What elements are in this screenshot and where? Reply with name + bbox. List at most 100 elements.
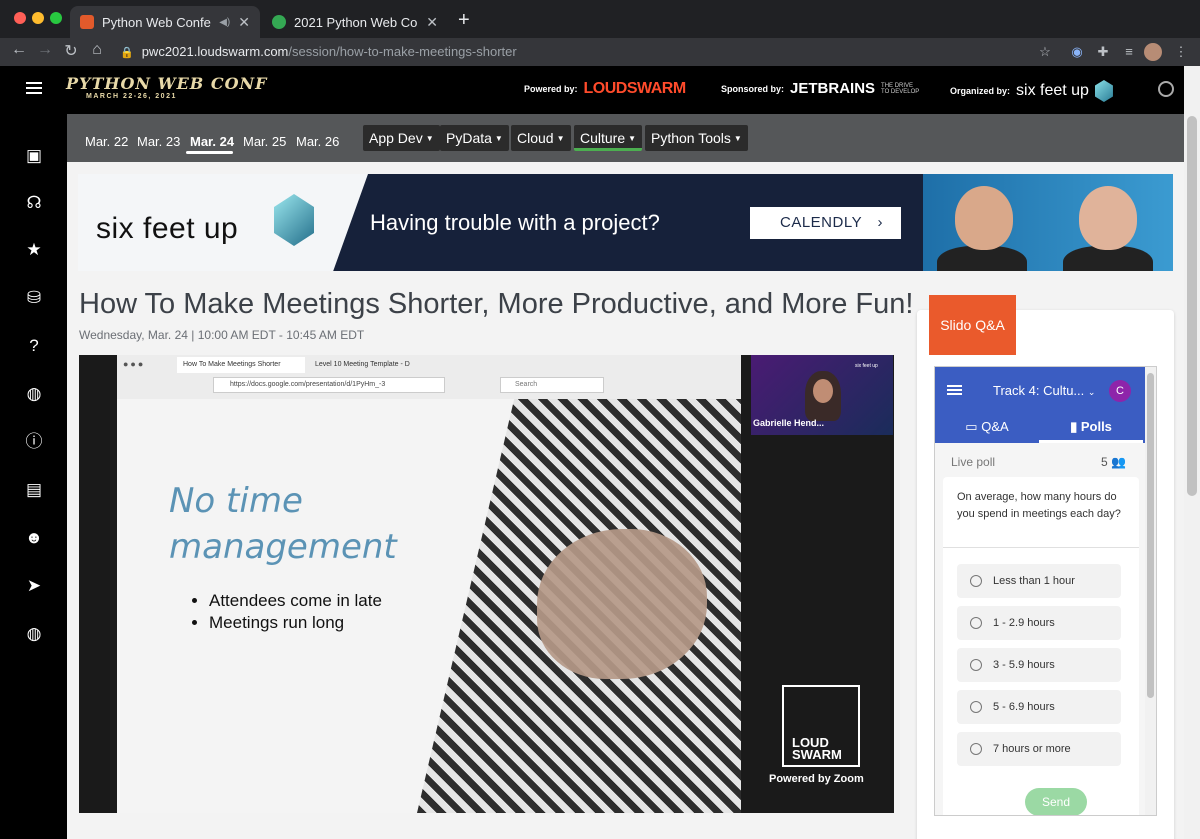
info-icon[interactable]: ⓘ <box>24 432 44 452</box>
slide-bullet: Meetings run long <box>209 613 382 633</box>
conference-logo[interactable]: PYTHON WEB CONF <box>66 74 268 93</box>
speaker-icon[interactable]: ☊ <box>24 193 44 213</box>
sponsored-by: Sponsored by: JETBRAINS THE DRIVE TO DEV… <box>721 80 921 97</box>
shared-tab-1: How To Make Meetings Shorter <box>177 357 305 373</box>
bar-chart-icon: ▮ <box>1070 419 1078 434</box>
sponsor-banner[interactable]: six feet up Having trouble with a projec… <box>78 174 1173 271</box>
people-icon: 👥 <box>1111 455 1126 469</box>
caret-down-icon: ▼ <box>628 134 637 143</box>
track-dropdown-culture[interactable]: Culture ▼ <box>574 125 643 151</box>
date-tab-mar-22[interactable]: Mar. 22 <box>85 134 128 149</box>
send-icon[interactable]: ➤ <box>24 576 44 596</box>
caret-down-icon: ▼ <box>494 134 503 143</box>
browser-tab-2[interactable]: 2021 Python Web Conf ✕ <box>262 6 448 38</box>
powered-by-zoom: Powered by Zoom <box>769 773 864 785</box>
media-control-icon[interactable]: ≡ <box>1120 43 1138 61</box>
slido-menu-icon[interactable] <box>947 385 962 395</box>
track-dropdown-python-tools[interactable]: Python Tools ▼ <box>645 125 748 151</box>
presentation-slide: No time management Attendees come in lat… <box>117 399 741 813</box>
poll-option[interactable]: 7 hours or more <box>957 732 1121 766</box>
star-icon[interactable]: ★ <box>24 240 44 260</box>
date-tab-mar-25[interactable]: Mar. 25 <box>243 134 286 149</box>
radio-icon <box>970 575 982 587</box>
site-favicon-icon <box>272 15 286 29</box>
calendly-button[interactable]: CALENDLY › <box>750 207 901 239</box>
sixfeetup-gem-icon <box>1094 80 1113 102</box>
left-sidebar: ▣ ☊ ★ ⛁ ? ◍ ⓘ ▤ ☻ ➤ ◍ <box>0 114 67 839</box>
url-path: /session/how-to-make-meetings-shorter <box>288 44 517 59</box>
slido-qa-button[interactable]: Slido Q&A <box>929 295 1016 355</box>
sixfeetup-logo[interactable]: six feet up <box>1016 82 1089 100</box>
bookmark-star-icon[interactable]: ☆ <box>1036 43 1054 61</box>
send-button[interactable]: Send <box>1025 788 1087 815</box>
date-tab-mar-26[interactable]: Mar. 26 <box>296 134 339 149</box>
cta-label: CALENDLY <box>780 214 863 231</box>
browser-menu-icon[interactable]: ⋮ <box>1172 43 1190 61</box>
slide-hands-image <box>537 529 707 679</box>
slido-avatar[interactable]: C <box>1109 380 1131 402</box>
document-icon[interactable]: ▤ <box>24 480 44 500</box>
jetbrains-logo[interactable]: JETBRAINS <box>790 80 875 97</box>
user-account-icon[interactable] <box>1158 81 1174 97</box>
reload-icon[interactable]: ↻ <box>60 41 82 61</box>
minimize-window-button[interactable] <box>32 12 44 24</box>
poll-option[interactable]: Less than 1 hour <box>957 564 1121 598</box>
page-scroll-thumb[interactable] <box>1187 116 1197 496</box>
password-manager-icon[interactable]: ◉ <box>1068 43 1086 61</box>
speaker-background-label: six feet up <box>855 363 878 369</box>
back-arrow-icon[interactable]: ← <box>8 41 30 59</box>
date-tab-mar-24[interactable]: Mar. 24 <box>190 134 234 149</box>
extensions-icon[interactable]: ✚ <box>1094 43 1112 61</box>
slide-bullet: Attendees come in late <box>209 591 382 611</box>
powered-by: Powered by: LOUDSWARM <box>524 80 686 98</box>
globe-icon[interactable]: ◍ <box>24 384 44 404</box>
new-tab-icon[interactable]: + <box>458 9 470 32</box>
video-player[interactable]: ●●● How To Make Meetings Shorter Level 1… <box>79 355 894 813</box>
track-dropdown-pydata[interactable]: PyData ▼ <box>440 125 509 151</box>
active-date-indicator <box>186 151 233 154</box>
banner-brand: six feet up <box>96 212 239 245</box>
help-icon[interactable]: ? <box>24 336 44 356</box>
close-window-button[interactable] <box>14 12 26 24</box>
tab-polls[interactable]: ▮ Polls <box>1039 417 1143 443</box>
track-dropdown-cloud[interactable]: Cloud ▼ <box>511 125 571 151</box>
page-scrollbar[interactable] <box>1184 66 1200 839</box>
window-controls: ●●● <box>123 359 146 369</box>
people-icon[interactable]: ☻ <box>24 528 44 548</box>
tab-polls-label: Polls <box>1080 419 1112 434</box>
tab-qa[interactable]: ▭ Q&A <box>935 417 1039 443</box>
maximize-window-button[interactable] <box>50 12 62 24</box>
menu-icon[interactable] <box>26 82 42 94</box>
chevron-down-icon: ⌄ <box>1087 387 1096 397</box>
schedule-nav: Mar. 22 Mar. 23 Mar. 24 Mar. 25 Mar. 26 … <box>67 114 1184 162</box>
close-tab-icon[interactable]: ✕ <box>238 14 250 31</box>
address-bar[interactable]: 🔒 pwc2021.loudswarm.com/session/how-to-ma… <box>120 41 1020 63</box>
slide-heading-line-1: No time <box>169 481 303 521</box>
poll-option[interactable]: 5 - 6.9 hours <box>957 690 1121 724</box>
caret-down-icon: ▼ <box>425 134 434 143</box>
basket-icon[interactable]: ⛁ <box>24 288 44 308</box>
speaker-name: Gabrielle Hend... <box>753 418 825 428</box>
audio-icon[interactable]: ◀) <box>219 17 230 28</box>
track-dropdown-app-dev[interactable]: App Dev ▼ <box>363 125 440 151</box>
track-label: Cloud <box>517 130 554 146</box>
loudswarm-logo[interactable]: LOUDSWARM <box>584 80 687 98</box>
home-icon[interactable]: ⌂ <box>86 41 108 59</box>
browser-tab-1[interactable]: Python Web Conferen ◀) ✕ <box>70 6 260 38</box>
forward-arrow-icon[interactable]: → <box>34 41 56 59</box>
shared-search: Search <box>500 377 604 393</box>
calendar-icon[interactable]: ▣ <box>24 146 44 166</box>
lock-icon: 🔒 <box>120 47 134 59</box>
poll-option[interactable]: 3 - 5.9 hours <box>957 648 1121 682</box>
slido-track-select[interactable]: Track 4: Cultu... ⌄ <box>993 383 1095 398</box>
slido-scroll-thumb[interactable] <box>1147 373 1154 698</box>
slido-scrollbar[interactable] <box>1145 367 1156 815</box>
url-host: pwc2021.loudswarm.com <box>141 44 289 59</box>
date-tab-mar-23[interactable]: Mar. 23 <box>137 134 180 149</box>
close-tab-icon[interactable]: ✕ <box>426 14 438 31</box>
poll-option-label: 5 - 6.9 hours <box>993 701 1055 713</box>
poll-option[interactable]: 1 - 2.9 hours <box>957 606 1121 640</box>
live-poll-label: Live poll <box>951 455 996 469</box>
profile-avatar-icon[interactable] <box>1144 43 1162 61</box>
world-icon[interactable]: ◍ <box>24 624 44 644</box>
